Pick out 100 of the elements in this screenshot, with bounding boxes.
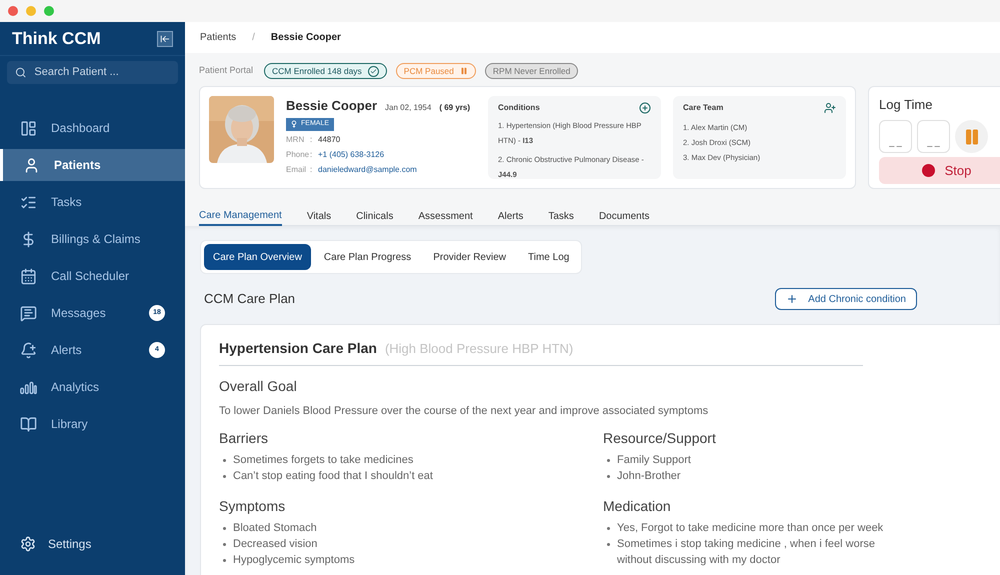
field-label: MRN (286, 134, 306, 146)
pause-button[interactable] (955, 120, 988, 153)
list-item-text: Can’t stop eating food that I shouldn’t eat (233, 468, 433, 484)
program-status-badge: PCM Paused (396, 63, 476, 79)
bullet-icon (223, 558, 226, 562)
nav-label: Dashboard (51, 120, 111, 137)
field-separator: : (310, 134, 314, 146)
nav-label: Tasks (51, 194, 83, 211)
contact-link[interactable]: danieledward@sample.com (318, 164, 417, 176)
add-condition-button[interactable]: Add Chronic condition (775, 288, 917, 310)
patient-age: ( 69 yrs) (439, 102, 470, 114)
list-item-text: Hypoglycemic symptoms (233, 552, 355, 568)
program-status-badge: CCM Enrolled 148 days (264, 63, 387, 79)
stop-button[interactable]: Stop (879, 157, 1000, 184)
list-item-text: Sometimes forgets to take medicines (233, 452, 414, 468)
nav-item[interactable]: Call Scheduler (0, 260, 185, 292)
pause-icon (460, 67, 468, 75)
card-subtitle: (High Blood Pressure HBP HTN) (384, 340, 574, 358)
bullet-icon (223, 526, 226, 530)
subtab[interactable]: Provider Review (424, 244, 515, 270)
section-heading: Barriers (219, 428, 270, 448)
list-item-text: Decreased vision (233, 536, 318, 552)
bullet-icon (607, 458, 610, 462)
subtab[interactable]: Care Plan Progress (314, 244, 420, 270)
goal-heading: Overall Goal (219, 377, 298, 396)
field-separator: : (310, 164, 314, 176)
panel-title: Care Team (683, 102, 724, 114)
nav-item[interactable]: Analytics (0, 371, 185, 403)
collapse-button[interactable] (157, 30, 173, 46)
section-heading: Resource/Support (603, 428, 717, 448)
program-status-badge: RPM Never Enrolled (484, 63, 578, 79)
bullet-icon (223, 542, 226, 546)
nav-item[interactable]: Billings & Claims (0, 223, 185, 255)
bar-chart-icon (20, 378, 37, 396)
list-item-text: Sometimes i stop taking medicine , when i feel worse without discussing with my doctor (617, 536, 876, 568)
message-icon (20, 304, 37, 322)
bullet-icon (607, 542, 610, 546)
nav-item[interactable]: Dashboard (0, 112, 185, 144)
log-time-title: Log Time (879, 97, 932, 112)
nav-label: Library (51, 416, 89, 433)
patient-name: Bessie Cooper (286, 97, 378, 115)
list-item-text: John-Brother (617, 468, 681, 484)
subtab[interactable]: Time Log (519, 244, 578, 270)
nav-item[interactable]: Library (0, 408, 185, 440)
field-label: Email (286, 164, 308, 176)
card-title: Hypertension Care Plan (219, 339, 377, 358)
list-item-text: Yes, Forgot to take medicine more than once per week (617, 520, 884, 536)
bullet-icon (607, 474, 610, 478)
list-item-text: Family Support (617, 452, 691, 468)
nav-item[interactable]: Tasks (0, 186, 185, 218)
tab[interactable]: Documents (598, 206, 650, 226)
time-field[interactable]: _ _ (917, 120, 950, 153)
field-label: Phone (286, 149, 310, 161)
add-user-icon[interactable] (824, 102, 836, 114)
settings-icon (20, 536, 36, 552)
bullet-icon (223, 474, 226, 478)
breadcrumb-separator: / (252, 31, 255, 45)
settings-link[interactable]: Settings (48, 535, 92, 553)
tab[interactable]: Alerts (498, 206, 524, 226)
minimize-icon[interactable] (26, 6, 36, 16)
nav-label: Call Scheduler (51, 268, 130, 285)
goal-text: To lower Daniels Blood Pressure over the course of the next year and improve associated symptoms (219, 404, 710, 419)
tab[interactable]: Clinicals (356, 206, 394, 226)
bell-icon (20, 342, 37, 358)
collapse-icon (160, 34, 170, 44)
tab[interactable]: Assessment (418, 206, 473, 226)
tab[interactable]: Tasks (548, 206, 574, 226)
section-heading: Symptoms (219, 496, 286, 516)
nav-label: Patients (54, 157, 102, 174)
contact-link[interactable]: +1 (405) 638-3126 (318, 149, 384, 161)
zoom-icon[interactable] (44, 6, 54, 16)
bullet-icon (607, 526, 610, 530)
search-field[interactable]: Search Patient ... (7, 61, 178, 84)
breadcrumb-current: Bessie Cooper (270, 31, 341, 45)
book-icon (20, 416, 37, 432)
dashboard-icon (20, 120, 37, 136)
user-icon (23, 156, 40, 174)
nav-label: Alerts (51, 342, 83, 359)
field-value: 44870 (318, 134, 340, 146)
close-icon[interactable] (8, 6, 18, 16)
search-icon (15, 66, 26, 79)
search-input[interactable]: Search Patient ... (34, 64, 170, 81)
breadcrumb-link[interactable]: Patients (200, 30, 236, 45)
subtab[interactable]: Care Plan Overview (204, 244, 311, 270)
nav-label: Analytics (51, 379, 100, 396)
calendar-icon (20, 268, 37, 284)
bullet-icon (223, 458, 226, 462)
check-icon (368, 66, 379, 76)
time-field[interactable]: _ _ (879, 120, 912, 153)
add-icon[interactable] (639, 102, 651, 114)
tab[interactable]: Vitals (306, 206, 332, 226)
birth-date: Jan 02, 1954 (385, 102, 432, 114)
section-heading: Medication (603, 496, 672, 516)
plus-icon (786, 293, 798, 305)
list-item-text: Bloated Stomach (233, 520, 317, 536)
section-title: CCM Care Plan (204, 290, 296, 308)
nav-label: Billings & Claims (51, 231, 142, 248)
field-separator: : (310, 149, 314, 161)
nav-item[interactable]: Patients (0, 149, 185, 181)
portal-label: Patient Portal (199, 64, 254, 78)
